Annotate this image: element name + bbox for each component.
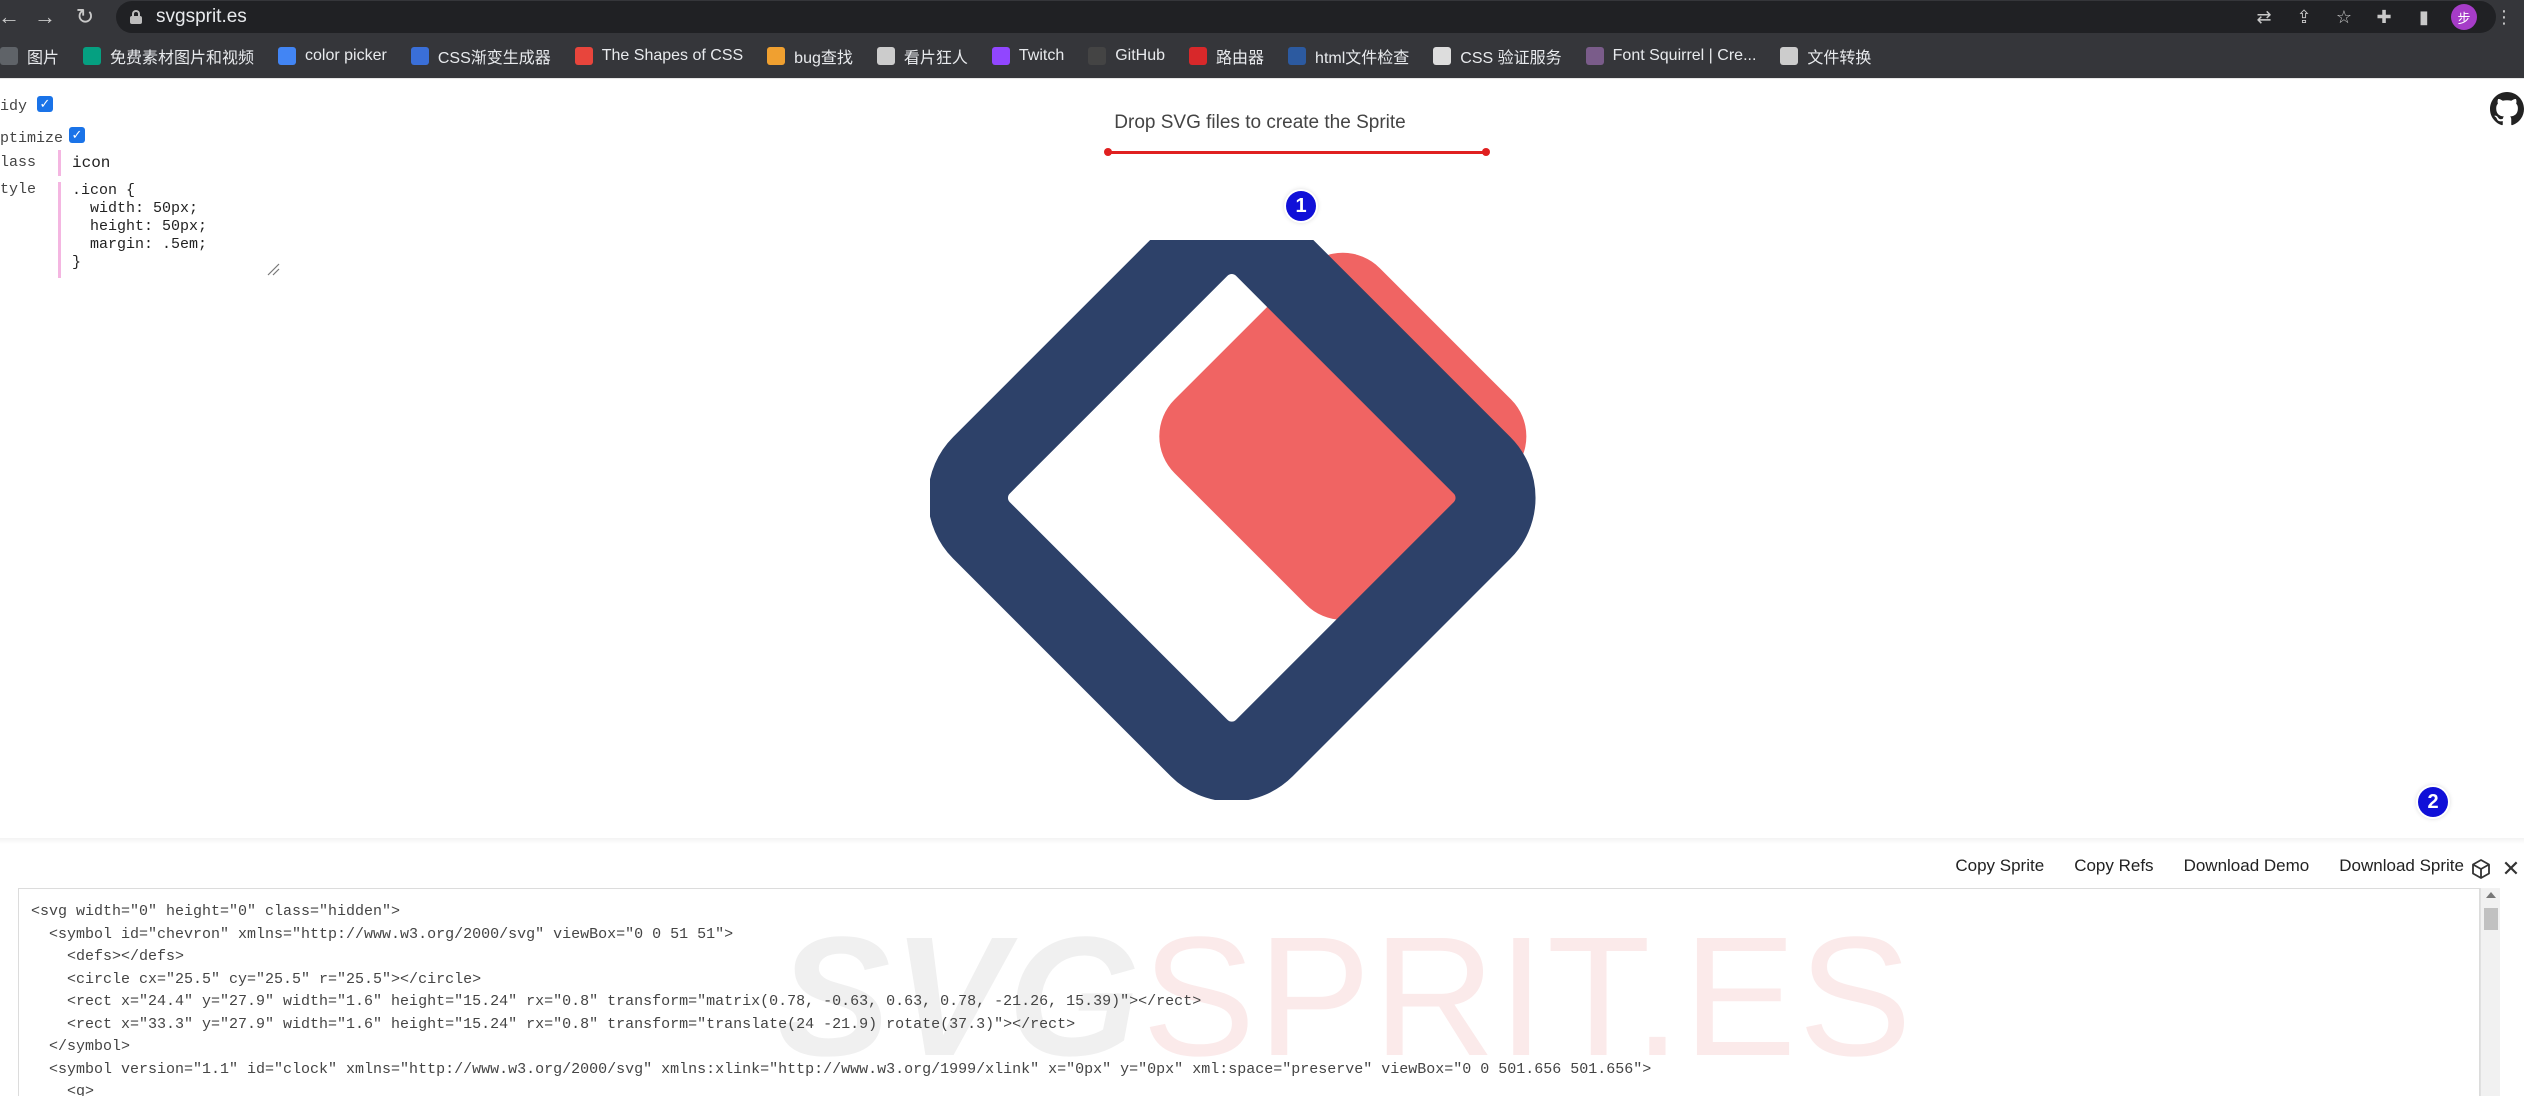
resize-handle-icon[interactable] — [266, 262, 280, 276]
download-demo-button[interactable]: Download Demo — [2184, 856, 2310, 876]
tidy-checkbox[interactable]: ✓ — [37, 96, 53, 112]
reload-icon[interactable]: ↻ — [70, 0, 100, 34]
bookmark-label: color picker — [305, 47, 387, 64]
bookmark-item[interactable]: 看片狂人 — [876, 44, 968, 68]
code-line: <g> — [31, 1083, 95, 1096]
bookmark-label: CSS渐变生成器 — [437, 50, 551, 67]
scroll-thumb[interactable] — [2484, 908, 2498, 930]
github-icon — [1088, 47, 1107, 65]
image-icon — [0, 47, 18, 65]
code-line: <circle cx="25.5" cy="25.5" r="25.5"></c… — [31, 970, 482, 988]
bookmark-item[interactable]: CSS渐变生成器 — [410, 44, 551, 68]
browser-toolbar: ← → ↻ svgsprit.es ⇄ ⇪ ☆ ✚ ▮ 步 ⋮ — [0, 0, 2524, 34]
forward-icon[interactable]: → — [30, 0, 60, 34]
bookmark-item[interactable]: CSS 验证服务 — [1433, 44, 1562, 68]
style-textarea[interactable]: .icon { width: 50px; height: 50px; margi… — [72, 182, 282, 278]
tidy-label: idy — [0, 98, 28, 115]
copy-refs-button[interactable]: Copy Refs — [2074, 856, 2153, 876]
panel-divider — [0, 838, 2524, 844]
code-line: <defs></defs> — [31, 948, 185, 965]
cloud-icon — [1780, 47, 1799, 65]
copy-sprite-button[interactable]: Copy Sprite — [1955, 856, 2044, 876]
code-scrollbar[interactable] — [2480, 888, 2500, 1096]
svgsprites-logo — [930, 240, 1536, 800]
class-label: lass — [0, 154, 37, 171]
extensions-icon[interactable]: ✚ — [2364, 0, 2404, 34]
bookmark-item[interactable]: 图片 — [0, 44, 59, 68]
bug-icon — [767, 47, 786, 65]
class-input-accent — [58, 150, 61, 176]
style-input-accent — [58, 182, 61, 278]
bookmark-label: 图片 — [27, 50, 60, 67]
code-lines[interactable]: <svg width="0" height="0" class="hidden"… — [31, 901, 1651, 1096]
divider — [0, 78, 2524, 79]
bookmark-label: bug查找 — [794, 50, 853, 67]
asterisk-icon — [574, 47, 593, 65]
share-icon[interactable]: ⇪ — [2284, 0, 2324, 34]
bookmark-label: CSS 验证服务 — [1460, 50, 1562, 67]
scroll-up-icon[interactable] — [2486, 892, 2496, 898]
dropzone-text[interactable]: Drop SVG files to create the Sprite — [1000, 112, 1520, 134]
code-toolbar: Copy Sprite Copy Refs Download Demo Down… — [1925, 856, 2464, 876]
code-line: </symbol> — [31, 1038, 131, 1055]
router-icon — [1189, 47, 1208, 65]
pexels-icon — [83, 47, 102, 65]
code-line: <symbol id="chevron" xmlns="http://www.w… — [31, 925, 734, 943]
annotation-dot — [1482, 148, 1490, 156]
bookmark-item[interactable]: color picker — [278, 47, 387, 65]
code-line: <svg width="0" height="0" class="hidden"… — [31, 903, 401, 920]
w3c-icon — [1288, 47, 1307, 65]
bookmark-label: 路由器 — [1216, 50, 1265, 67]
bookmark-item[interactable]: 文件转换 — [1780, 44, 1871, 68]
bookmark-item[interactable]: Font Squirrel | Cre... — [1585, 47, 1757, 65]
lock-icon[interactable] — [130, 10, 142, 24]
translate-icon[interactable]: ⇄ — [2244, 0, 2284, 34]
style-label: tyle — [0, 181, 37, 198]
bookmark-label: 文件转换 — [1807, 50, 1872, 67]
bookmark-item[interactable]: The Shapes of CSS — [574, 47, 744, 65]
profile-avatar[interactable]: 步 — [2444, 0, 2484, 34]
address-bar[interactable]: svgsprit.es — [116, 1, 2496, 33]
annotation-underline — [1108, 151, 1488, 154]
class-input[interactable]: icon — [72, 150, 292, 176]
url-text[interactable]: svgsprit.es — [156, 1, 247, 33]
annotation-dot — [1104, 148, 1112, 156]
bookmark-item[interactable]: Twitch — [991, 47, 1065, 65]
side-panel-icon[interactable]: ▮ — [2404, 0, 2444, 34]
back-icon[interactable]: ← — [0, 0, 24, 34]
menu-icon[interactable]: ⋮ — [2484, 0, 2524, 34]
annotation-marker-2: 2 — [2418, 787, 2448, 817]
bookmark-label: GitHub — [1115, 47, 1166, 64]
google-icon — [278, 47, 297, 65]
gradient-icon — [410, 47, 429, 65]
bookmark-item[interactable]: 路由器 — [1189, 44, 1264, 68]
bookmark-item[interactable]: GitHub — [1088, 47, 1165, 65]
github-icon[interactable] — [2490, 92, 2524, 126]
optimize-checkbox[interactable]: ✓ — [69, 127, 85, 143]
film-icon — [876, 47, 895, 65]
sprite-code-output[interactable]: SVGSPRIT.ES <svg width="0" height="0" cl… — [18, 888, 2480, 1096]
bookmark-item[interactable]: 免费素材图片和视频 — [83, 44, 254, 68]
bookmark-label: The Shapes of CSS — [601, 47, 744, 64]
code-line: <rect x="33.3" y="27.9" width="1.6" heig… — [31, 1015, 1076, 1033]
bookmark-item[interactable]: bug查找 — [767, 44, 853, 68]
bookmark-label: 免费素材图片和视频 — [110, 50, 255, 67]
bookmark-label: Twitch — [1018, 47, 1065, 64]
css-validator-icon — [1433, 47, 1452, 65]
code-line: <symbol version="1.1" id="clock" xmlns="… — [31, 1060, 1652, 1078]
annotation-marker-1: 1 — [1286, 191, 1316, 221]
download-sprite-button[interactable]: Download Sprite — [2339, 856, 2464, 876]
bookmark-item[interactable]: html文件检查 — [1288, 44, 1409, 68]
optimize-label: ptimize — [0, 130, 64, 147]
bookmark-label: Font Squirrel | Cre... — [1612, 47, 1757, 64]
close-icon[interactable]: ✕ — [2500, 858, 2522, 880]
squirrel-icon — [1585, 47, 1604, 65]
code-line: <rect x="24.4" y="27.9" width="1.6" heig… — [31, 993, 1202, 1010]
bookmark-label: html文件检查 — [1315, 50, 1410, 67]
bookmarks-bar: 图片 免费素材图片和视频 color picker CSS渐变生成器 The Shape… — [0, 34, 2524, 78]
bookmark-label: 看片狂人 — [903, 50, 968, 67]
twitch-icon — [991, 47, 1010, 65]
bookmark-star-icon[interactable]: ☆ — [2324, 0, 2364, 34]
cube-icon[interactable] — [2470, 858, 2492, 880]
